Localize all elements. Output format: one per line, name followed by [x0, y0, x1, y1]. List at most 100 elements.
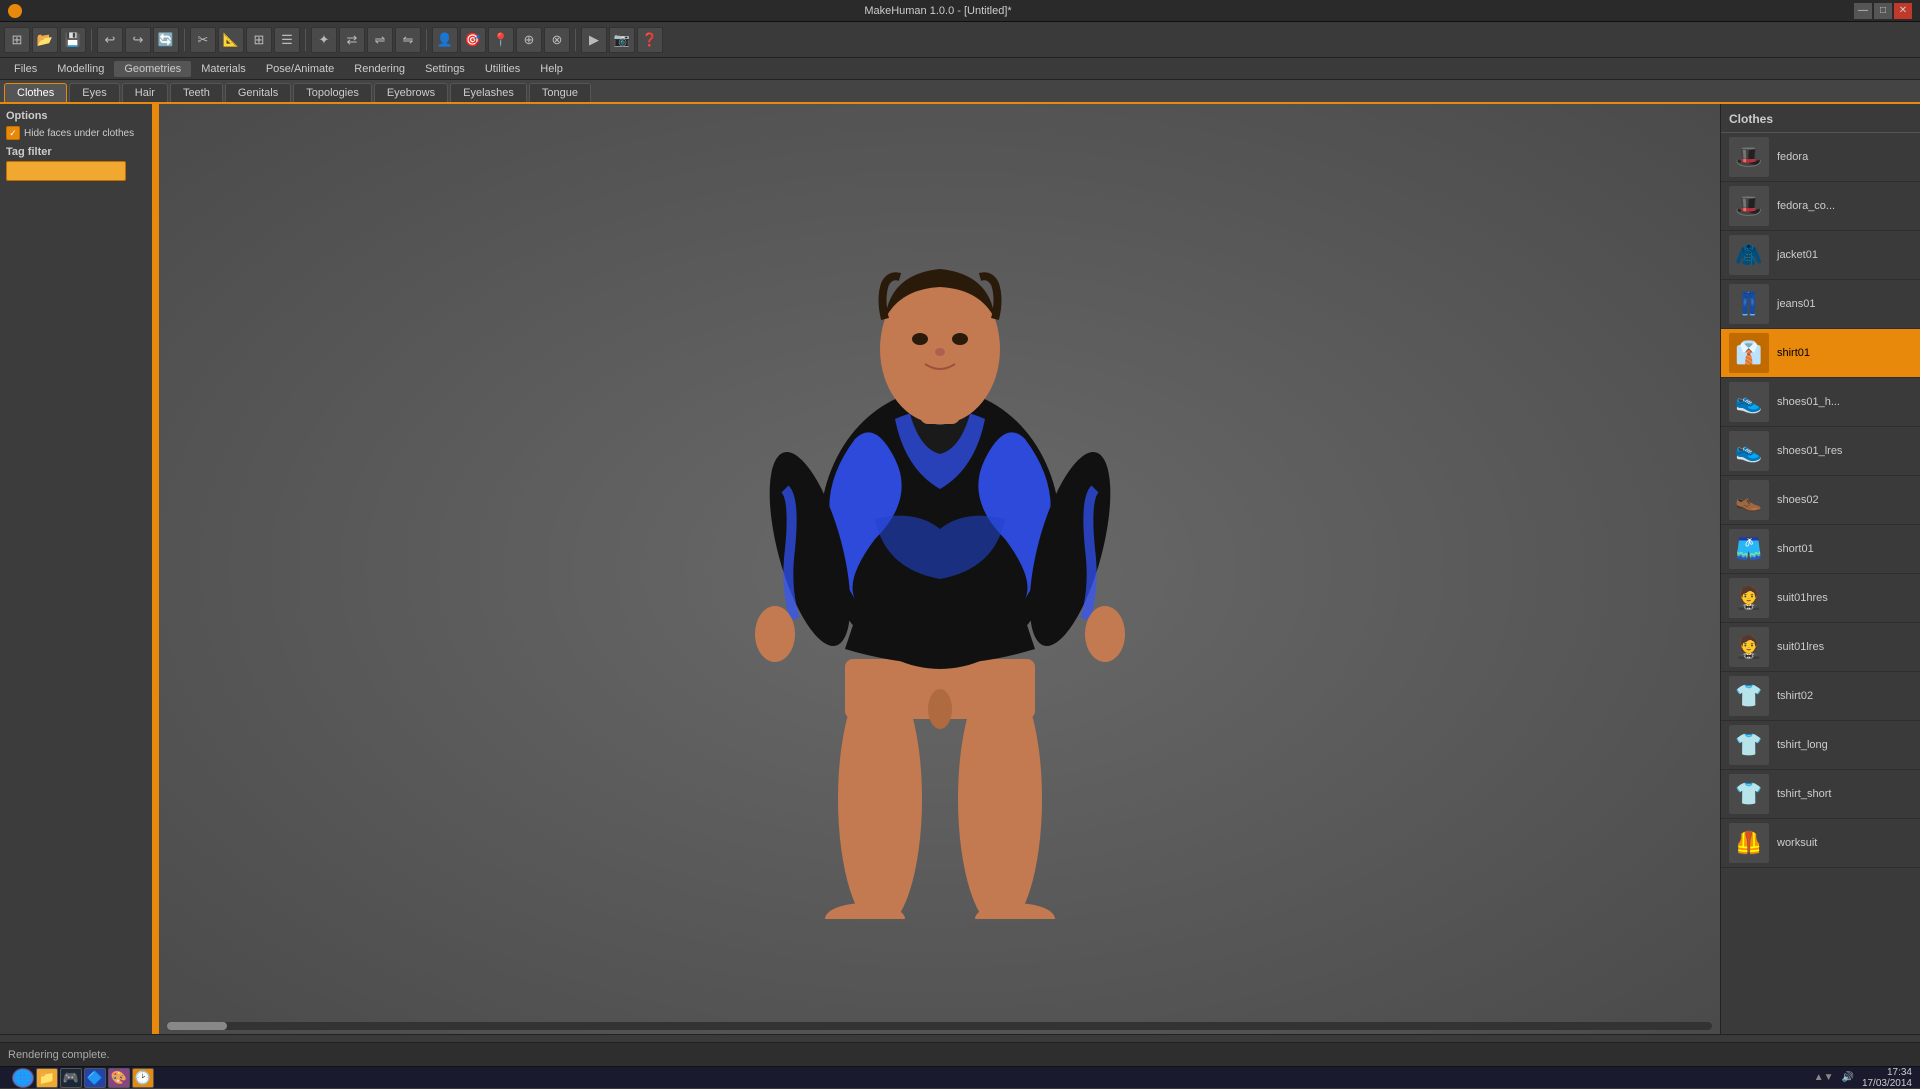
clothes-thumb-shirt01: 👔	[1729, 333, 1769, 373]
tab-eyes[interactable]: Eyes	[69, 83, 119, 102]
hide-faces-label: Hide faces under clothes	[24, 128, 134, 139]
status-text: Rendering complete.	[8, 1049, 110, 1061]
clothes-item-tshirt_short[interactable]: 👕tshirt_short	[1721, 770, 1920, 819]
clothes-item-shoes01_h[interactable]: 👟 shoes01_h...	[1721, 378, 1920, 427]
toolbar-new[interactable]: ⊞	[4, 27, 30, 53]
right-panel: Clothes 🎩 fedora 🎩fedora_co...🧥jacket01👖 je…	[1720, 104, 1920, 1034]
clothes-thumb-fedora_co: 🎩	[1729, 186, 1769, 226]
viewport-background	[159, 104, 1720, 1034]
clothes-label-short01: short01	[1777, 543, 1814, 555]
app-icon	[8, 4, 22, 18]
toolbar-pin[interactable]: 📍	[488, 27, 514, 53]
maximize-button[interactable]: □	[1874, 3, 1892, 19]
menu-modelling[interactable]: Modelling	[47, 61, 114, 77]
close-button[interactable]: ✕	[1894, 3, 1912, 19]
clothes-label-suit01lres: suit01lres	[1777, 641, 1824, 653]
toolbar-scale[interactable]: ⇌	[367, 27, 393, 53]
menu-materials[interactable]: Materials	[191, 61, 256, 77]
clothes-item-fedora_co[interactable]: 🎩fedora_co...	[1721, 182, 1920, 231]
toolbar-cut[interactable]: ✂	[190, 27, 216, 53]
toolbar-undo[interactable]: ↩	[97, 27, 123, 53]
clothes-item-shoes01_lres[interactable]: 👟shoes01_lres	[1721, 427, 1920, 476]
window-controls: — □ ✕	[1854, 3, 1912, 19]
clothes-item-shirt01[interactable]: 👔 shirt01	[1721, 329, 1920, 378]
clothes-label-jeans01: jeans01	[1777, 298, 1816, 310]
toolbar-person[interactable]: 👤	[432, 27, 458, 53]
tab-tongue[interactable]: Tongue	[529, 83, 591, 102]
toolbar-target[interactable]: 🎯	[460, 27, 486, 53]
clothes-item-fedora[interactable]: 🎩 fedora	[1721, 133, 1920, 182]
toolbar-transform[interactable]: ✦	[311, 27, 337, 53]
tab-clothes[interactable]: Clothes	[4, 83, 67, 102]
clothes-thumb-jeans01: 👖	[1729, 284, 1769, 324]
tab-topologies[interactable]: Topologies	[293, 83, 372, 102]
menu-pose-animate[interactable]: Pose/Animate	[256, 61, 344, 77]
clothes-thumb-shoes01_h: 👟	[1729, 382, 1769, 422]
window-title: MakeHuman 1.0.0 - [Untitled]*	[22, 5, 1854, 17]
taskbar-app-steam[interactable]: 🎮	[60, 1068, 82, 1088]
toolbar-rotate[interactable]: ⇄	[339, 27, 365, 53]
toolbar-remove[interactable]: ⊗	[544, 27, 570, 53]
toolbar-open[interactable]: 📂	[32, 27, 58, 53]
toolbar-help[interactable]: ❓	[637, 27, 663, 53]
taskbar-app-other3[interactable]: 🕑	[132, 1068, 154, 1088]
toolbar-flip[interactable]: ⇋	[395, 27, 421, 53]
toolbar-save[interactable]: 💾	[60, 27, 86, 53]
toolbar-sep-2	[184, 29, 185, 51]
clothes-label-fedora: fedora	[1777, 151, 1808, 163]
tab-teeth[interactable]: Teeth	[170, 83, 223, 102]
right-panel-title: Clothes	[1721, 108, 1920, 133]
clothes-item-short01[interactable]: 🩳 short01	[1721, 525, 1920, 574]
clothes-item-jacket01[interactable]: 🧥jacket01	[1721, 231, 1920, 280]
toolbar-reset[interactable]: 🔄	[153, 27, 179, 53]
menu-settings[interactable]: Settings	[415, 61, 475, 77]
clothes-item-suit01lres[interactable]: 🤵 suit01lres	[1721, 623, 1920, 672]
clothes-label-worksuit: worksuit	[1777, 837, 1817, 849]
clothes-item-tshirt02[interactable]: 👕tshirt02	[1721, 672, 1920, 721]
clothes-item-worksuit[interactable]: 🦺 worksuit	[1721, 819, 1920, 868]
clothes-label-shoes01_h: shoes01_h...	[1777, 396, 1840, 408]
hide-faces-checkbox[interactable]: ✓	[6, 126, 20, 140]
toolbar-camera[interactable]: 📷	[609, 27, 635, 53]
clothes-thumb-worksuit: 🦺	[1729, 823, 1769, 863]
menu-utilities[interactable]: Utilities	[475, 61, 530, 77]
viewport-scrollbar[interactable]	[159, 1022, 1720, 1030]
clothes-item-jeans01[interactable]: 👖 jeans01	[1721, 280, 1920, 329]
menu-rendering[interactable]: Rendering	[344, 61, 415, 77]
tab-eyelashes[interactable]: Eyelashes	[450, 83, 527, 102]
toolbar-grid[interactable]: ⊞	[246, 27, 272, 53]
tab-hair[interactable]: Hair	[122, 83, 168, 102]
menu-files[interactable]: Files	[4, 61, 47, 77]
clothes-item-tshirt_long[interactable]: 👕tshirt_long	[1721, 721, 1920, 770]
tab-eyebrows[interactable]: Eyebrows	[374, 83, 448, 102]
human-figure	[715, 219, 1165, 919]
toolbar-play[interactable]: ▶	[581, 27, 607, 53]
scroll-thumb[interactable]	[167, 1022, 227, 1030]
menu-help[interactable]: Help	[530, 61, 573, 77]
clothes-thumb-fedora: 🎩	[1729, 137, 1769, 177]
menu-geometries[interactable]: Geometries	[114, 61, 191, 77]
taskbar-app-other1[interactable]: 🔷	[84, 1068, 106, 1088]
main-scrollbar[interactable]	[0, 1034, 1920, 1042]
clothes-thumb-jacket01: 🧥	[1729, 235, 1769, 275]
clothes-thumb-tshirt_short: 👕	[1729, 774, 1769, 814]
viewport[interactable]	[159, 104, 1720, 1034]
toolbar-add[interactable]: ⊕	[516, 27, 542, 53]
clothes-item-shoes02[interactable]: 👞shoes02	[1721, 476, 1920, 525]
toolbar-redo[interactable]: ↪	[125, 27, 151, 53]
clothes-thumb-suit01lres: 🤵	[1729, 627, 1769, 667]
taskbar: 🌐 📁 🎮 🔷 🎨 🕑 ▲▼ 🔊 17:34 17/03/2014	[0, 1066, 1920, 1088]
toolbar-measure[interactable]: 📐	[218, 27, 244, 53]
clothes-thumb-short01: 🩳	[1729, 529, 1769, 569]
clothes-label-shirt01: shirt01	[1777, 347, 1810, 359]
clothes-thumb-tshirt_long: 👕	[1729, 725, 1769, 765]
minimize-button[interactable]: —	[1854, 3, 1872, 19]
clothes-label-suit01hres: suit01hres	[1777, 592, 1828, 604]
clothes-item-suit01hres[interactable]: 🤵suit01hres	[1721, 574, 1920, 623]
taskbar-app-chrome[interactable]: 🌐	[12, 1068, 34, 1088]
toolbar-menu[interactable]: ☰	[274, 27, 300, 53]
taskbar-app-other2[interactable]: 🎨	[108, 1068, 130, 1088]
tab-genitals[interactable]: Genitals	[225, 83, 291, 102]
taskbar-app-files[interactable]: 📁	[36, 1068, 58, 1088]
tag-filter-input[interactable]	[6, 161, 126, 181]
